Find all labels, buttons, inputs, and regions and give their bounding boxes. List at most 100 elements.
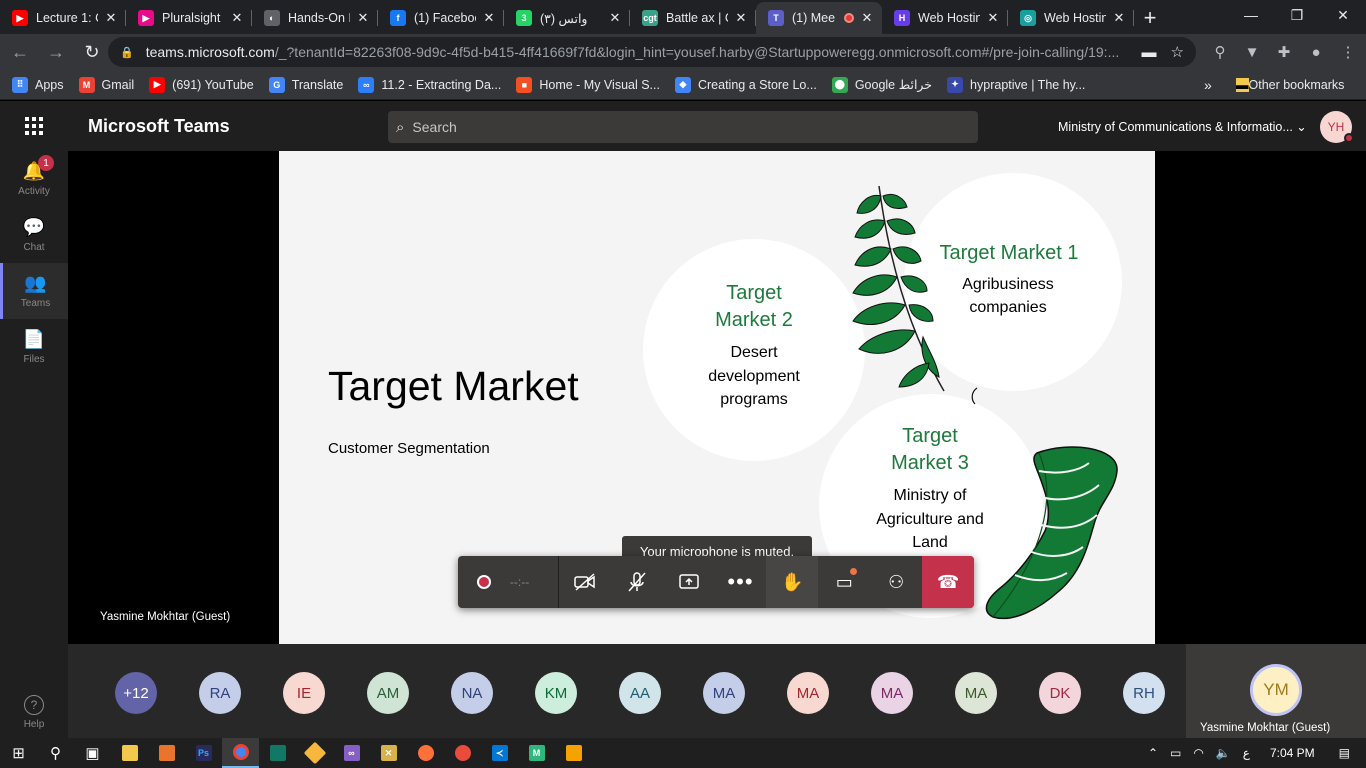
reload-icon[interactable]: ↻ <box>76 36 108 68</box>
close-tab-icon[interactable]: ✕ <box>1112 10 1126 26</box>
taskbar-vscode[interactable]: ≺ <box>481 738 518 768</box>
rail-item-teams[interactable]: 👥 Teams <box>0 263 68 319</box>
taskbar-app-red[interactable] <box>444 738 481 768</box>
taskbar-app-teal[interactable] <box>259 738 296 768</box>
participant-avatar[interactable]: MA <box>955 672 997 714</box>
taskbar-app-green[interactable]: M <box>518 738 555 768</box>
camera-blocked-icon[interactable]: ▬ <box>1142 44 1157 61</box>
taskbar-chrome[interactable] <box>222 738 259 768</box>
taskbar-firefox[interactable] <box>407 738 444 768</box>
taskbar-app-diamond[interactable] <box>296 738 333 768</box>
more-actions-button[interactable]: ••• <box>715 556 767 608</box>
bookmark-item[interactable]: ■ Home - My Visual S... <box>516 76 660 93</box>
bookmark-item[interactable]: ◆ Creating a Store Lo... <box>674 76 817 93</box>
record-button[interactable] <box>458 556 510 608</box>
extensions-puzzle-icon[interactable]: ✚ <box>1268 43 1300 61</box>
close-tab-icon[interactable]: ✕ <box>482 10 496 26</box>
battery-icon[interactable]: ▭ <box>1170 746 1181 760</box>
close-window-icon[interactable]: ✕ <box>1320 0 1366 30</box>
participant-avatar[interactable]: RA <box>199 672 241 714</box>
participant-avatar[interactable]: MA <box>871 672 913 714</box>
participant-avatar[interactable]: IE <box>283 672 325 714</box>
search-input[interactable]: ⌕ Search <box>388 111 978 143</box>
notifications-icon[interactable]: ▤ <box>1339 746 1350 760</box>
participant-avatar[interactable]: NA <box>451 672 493 714</box>
new-tab-button[interactable]: + <box>1134 2 1166 34</box>
raise-hand-button[interactable]: ✋ <box>766 556 819 608</box>
bookmark-item[interactable]: G Translate <box>268 76 343 93</box>
share-screen-button[interactable] <box>663 556 715 608</box>
taskbar-app-orange[interactable] <box>148 738 185 768</box>
tray-overflow-icon[interactable]: ⌃ <box>1148 746 1158 760</box>
close-tab-icon[interactable]: ✕ <box>860 10 874 26</box>
location-icon[interactable]: ⚲ <box>1204 43 1236 61</box>
rail-item-files[interactable]: 📄 Files <box>0 319 68 375</box>
browser-tab[interactable]: cgt Battle ax | C ✕ <box>630 2 756 34</box>
org-switcher[interactable]: Ministry of Communications & Informatio.… <box>1058 119 1307 134</box>
participant-avatar[interactable]: AA <box>619 672 661 714</box>
start-button[interactable]: ⊞ <box>0 738 37 768</box>
bookmark-item[interactable]: ⬤ Google خرائط <box>831 76 932 93</box>
close-tab-icon[interactable]: ✕ <box>104 10 118 26</box>
browser-menu-icon[interactable]: ⋮ <box>1332 43 1364 61</box>
participant-avatar[interactable]: KM <box>535 672 577 714</box>
close-tab-icon[interactable]: ✕ <box>230 10 244 26</box>
mic-toggle-button[interactable] <box>611 556 663 608</box>
bookmark-item[interactable]: ∞ 11.2 - Extracting Da... <box>358 76 501 93</box>
taskbar-app-tools[interactable]: ✕ <box>370 738 407 768</box>
bookmark-star-icon[interactable]: ☆ <box>1171 43 1184 61</box>
rail-item-chat[interactable]: 💬 Chat <box>0 207 68 263</box>
taskbar-app-yellow[interactable] <box>555 738 592 768</box>
more-participants-badge[interactable]: +12 <box>115 672 157 714</box>
taskbar-file-explorer[interactable] <box>111 738 148 768</box>
browser-tab[interactable]: H Web Hostin ✕ <box>882 2 1008 34</box>
bookmark-item[interactable]: ✦ hypraptive | The hy... <box>947 76 1085 93</box>
show-participants-button[interactable]: ⚇ <box>870 556 922 608</box>
rail-item-activity[interactable]: 🔔 Activity 1 <box>0 151 68 207</box>
app-launcher-icon[interactable] <box>0 101 68 151</box>
show-chat-button[interactable]: ▭ <box>818 556 870 608</box>
help-button[interactable]: ? Help <box>0 695 68 730</box>
other-bookmarks[interactable]: ▬ Other bookmarks <box>1236 77 1344 92</box>
taskbar-visual-studio[interactable]: ∞ <box>333 738 370 768</box>
url-text[interactable]: teams.microsoft.com/_?tenantId=82263f08-… <box>146 44 1128 60</box>
browser-tab[interactable]: ◎ Web Hostin ✕ <box>1008 2 1134 34</box>
address-bar[interactable]: 🔒 teams.microsoft.com/_?tenantId=82263f0… <box>108 37 1196 67</box>
bookmark-item[interactable]: ⠿ Apps <box>12 76 64 93</box>
close-tab-icon[interactable]: ✕ <box>734 10 748 26</box>
camera-toggle-button[interactable] <box>559 556 611 608</box>
hang-up-button[interactable]: ☎ <box>922 556 975 608</box>
bookmark-item[interactable]: ▶ (691) YouTube <box>149 76 254 93</box>
browser-tab[interactable]: 3 (٣) واتس ✕ <box>504 2 630 34</box>
taskbar-photoshop[interactable]: Ps <box>185 738 222 768</box>
extension-vpn-icon[interactable]: ▼ <box>1236 44 1268 61</box>
self-video-tile[interactable]: YM Yasmine Mokhtar (Guest) <box>1186 644 1366 738</box>
browser-tab[interactable]: ▶ Pluralsight ✕ <box>126 2 252 34</box>
maximize-icon[interactable]: ❐ <box>1274 0 1320 30</box>
browser-tab[interactable]: f (1) Faceboo ✕ <box>378 2 504 34</box>
volume-icon[interactable]: 🔈 <box>1216 746 1231 760</box>
participant-avatar[interactable]: MA <box>703 672 745 714</box>
back-icon[interactable]: ← <box>4 36 36 68</box>
browser-tab[interactable]: ▶ Lecture 1: C ✕ <box>0 2 126 34</box>
browser-tab[interactable]: T (1) Mee ✕ <box>756 2 882 34</box>
browser-tab[interactable]: ◐ Hands-On M ✕ <box>252 2 378 34</box>
participant-avatar[interactable]: AM <box>367 672 409 714</box>
close-tab-icon[interactable]: ✕ <box>356 10 370 26</box>
taskbar-search-button[interactable]: ⚲ <box>37 738 74 768</box>
minimize-icon[interactable]: — <box>1228 0 1274 30</box>
participant-avatar[interactable]: MA <box>787 672 829 714</box>
participant-avatar[interactable]: DK <box>1039 672 1081 714</box>
bookmark-item[interactable]: M Gmail <box>78 76 134 93</box>
task-view-button[interactable]: ▣ <box>74 738 111 768</box>
close-tab-icon[interactable]: ✕ <box>608 10 622 26</box>
forward-icon[interactable]: → <box>40 36 72 68</box>
lock-icon[interactable]: 🔒 <box>120 46 134 59</box>
bookmarks-overflow-icon[interactable]: » <box>1204 77 1212 93</box>
avatar[interactable]: YH <box>1320 111 1354 143</box>
profile-icon[interactable]: ● <box>1300 44 1332 61</box>
wifi-icon[interactable]: ◠ <box>1193 746 1203 760</box>
participant-avatar[interactable]: RH <box>1123 672 1165 714</box>
clock[interactable]: 7:04 PM <box>1270 746 1315 760</box>
input-language[interactable]: ع <box>1243 746 1250 760</box>
